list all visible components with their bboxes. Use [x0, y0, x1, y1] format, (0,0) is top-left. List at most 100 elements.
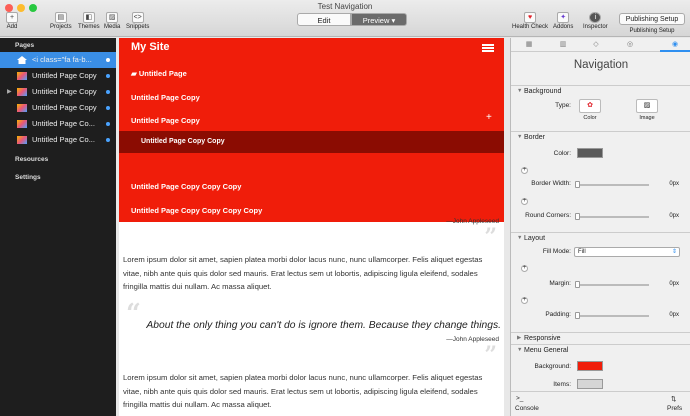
type-label: Type: — [555, 102, 571, 109]
sidebar-page-item[interactable]: Untitled Page Copy — [0, 100, 116, 116]
minimize-window-button[interactable] — [17, 4, 25, 12]
window-title: Test Navigation — [317, 2, 373, 11]
add-breakpoint-icon[interactable]: + — [521, 198, 528, 205]
image-icon: ▨ — [643, 102, 651, 109]
body-paragraph: Lorem ipsum dolor sit amet, sapien plate… — [123, 373, 483, 409]
prefs-icon[interactable]: ⇅ — [671, 395, 676, 403]
status-dot — [106, 138, 110, 142]
border-color-swatch[interactable] — [577, 148, 603, 158]
themes-button[interactable]: ◧ Themes — [78, 12, 100, 30]
fill-mode-select[interactable]: Fill ⇕ — [574, 247, 680, 257]
border-width-slider[interactable] — [575, 184, 649, 186]
console-label[interactable]: Console — [515, 405, 539, 412]
projects-button[interactable]: ▤ Projects — [50, 12, 72, 30]
close-window-button[interactable] — [5, 4, 13, 12]
add-button[interactable]: + Add — [6, 12, 18, 30]
hamburger-menu-icon[interactable] — [482, 44, 494, 52]
heart-icon: ♥ — [524, 12, 537, 23]
fill-mode-value: Fill — [578, 249, 586, 255]
margin-slider[interactable] — [575, 284, 649, 286]
margin-label: Margin: — [549, 280, 571, 287]
page-icon — [17, 136, 27, 144]
chevron-down-icon: ▼ — [517, 347, 523, 353]
projects-icon: ▤ — [54, 12, 67, 23]
nav-item[interactable]: Untitled Page Copy Copy Copy Copy — [131, 206, 262, 215]
round-corners-value[interactable]: 0px — [651, 212, 681, 221]
chevron-down-icon: ▼ — [517, 88, 523, 94]
section-label: Border — [524, 134, 546, 141]
padding-slider[interactable] — [575, 315, 649, 317]
page-icon — [17, 120, 27, 128]
media-button[interactable]: ▨ Media — [104, 12, 120, 30]
slider-knob[interactable] — [575, 181, 580, 188]
nav-item[interactable]: ▰ Untitled Page — [131, 69, 187, 78]
page-icon — [17, 104, 27, 112]
home-icon — [17, 56, 27, 64]
sidebar-page-item[interactable]: ▶ Untitled Page Copy — [0, 84, 116, 100]
add-breakpoint-icon[interactable]: + — [521, 265, 528, 272]
color-type-button[interactable]: ✿ — [579, 99, 601, 113]
health-check-button[interactable]: ♥ Health Check — [512, 12, 548, 30]
edit-tab[interactable]: Edit — [297, 13, 351, 26]
margin-value[interactable]: 0px — [651, 280, 681, 289]
menu-background-swatch[interactable] — [577, 361, 603, 371]
image-type-button[interactable]: ▨ — [636, 99, 658, 113]
health-label: Health Check — [512, 24, 549, 30]
menu-general-section[interactable]: ▼ Menu General — [511, 344, 690, 355]
addons-label: Addons — [553, 24, 574, 30]
add-breakpoint-icon[interactable]: + — [521, 297, 528, 304]
sidebar-page-item[interactable]: Untitled Page Copy — [0, 68, 116, 84]
snippets-button[interactable]: <> Snippets — [126, 12, 149, 30]
tab-tag-icon[interactable]: ◇ — [581, 38, 611, 52]
inspector-title: Navigation — [573, 59, 629, 71]
menu-items-label: Items: — [553, 381, 571, 388]
color-wheel-icon: ✿ — [587, 102, 593, 109]
status-dot — [106, 90, 110, 94]
padding-label: Padding: — [545, 311, 571, 318]
tab-settings-icon[interactable]: ◎ — [615, 38, 645, 52]
layout-section[interactable]: ▼ Layout — [511, 232, 690, 243]
round-corners-slider[interactable] — [575, 216, 649, 218]
resources-header[interactable]: Resources — [15, 156, 48, 163]
prefs-label[interactable]: Prefs — [667, 405, 682, 412]
border-width-value[interactable]: 0px — [651, 180, 681, 189]
background-section[interactable]: ▼ Background — [511, 85, 690, 96]
sidebar-page-item[interactable]: <i class="fa fa-b... — [0, 52, 116, 68]
padding-value[interactable]: 0px — [651, 311, 681, 320]
nav-subitem[interactable]: Untitled Page Copy Copy — [119, 131, 504, 153]
nav-item[interactable]: Untitled Page Copy Copy Copy — [131, 182, 241, 191]
publishing-setup-button[interactable]: Publishing Setup — [619, 13, 685, 25]
tab-page-icon[interactable]: ▦ — [514, 38, 544, 52]
add-breakpoint-icon[interactable]: + — [521, 167, 528, 174]
menu-items-swatch[interactable] — [577, 379, 603, 389]
round-corners-label: Round Corners: — [525, 212, 571, 219]
console-icon[interactable]: >_ — [516, 395, 523, 402]
slider-knob[interactable] — [575, 281, 580, 288]
section-label: Responsive — [524, 335, 561, 342]
inspector-button[interactable]: i Inspector — [583, 12, 608, 30]
nav-item[interactable]: Untitled Page Copy — [131, 93, 200, 102]
disclosure-triangle-icon[interactable]: ▶ — [7, 84, 12, 100]
blockquote-text: About the only thing you can't do is ign… — [146, 320, 501, 331]
status-dot — [106, 122, 110, 126]
sidebar-page-item[interactable]: Untitled Page Co... — [0, 132, 116, 148]
responsive-section[interactable]: ▶ Responsive — [511, 332, 690, 343]
nav-item[interactable]: Untitled Page Copy — [131, 116, 200, 125]
tab-navigation-icon[interactable]: ◉ — [660, 38, 690, 52]
projects-label: Projects — [50, 24, 72, 30]
zoom-window-button[interactable] — [29, 4, 37, 12]
border-section[interactable]: ▼ Border — [511, 131, 690, 142]
fill-mode-label: Fill Mode: — [542, 248, 571, 255]
inspector-footer: >_ Console ⇅ Prefs — [511, 391, 690, 416]
tab-document-icon[interactable]: ▥ — [548, 38, 578, 52]
settings-header[interactable]: Settings — [15, 174, 41, 181]
page-label: Untitled Page Copy — [32, 87, 97, 96]
image-option-label: Image — [639, 115, 655, 121]
addons-button[interactable]: ✦ Addons — [553, 12, 573, 30]
sidebar-page-item[interactable]: Untitled Page Co... — [0, 116, 116, 132]
slider-knob[interactable] — [575, 213, 580, 220]
expand-plus-icon[interactable]: + — [486, 112, 492, 123]
slider-knob[interactable] — [575, 312, 580, 319]
preview-tab[interactable]: Preview ▾ — [351, 13, 407, 26]
site-title[interactable]: My Site — [131, 41, 170, 53]
